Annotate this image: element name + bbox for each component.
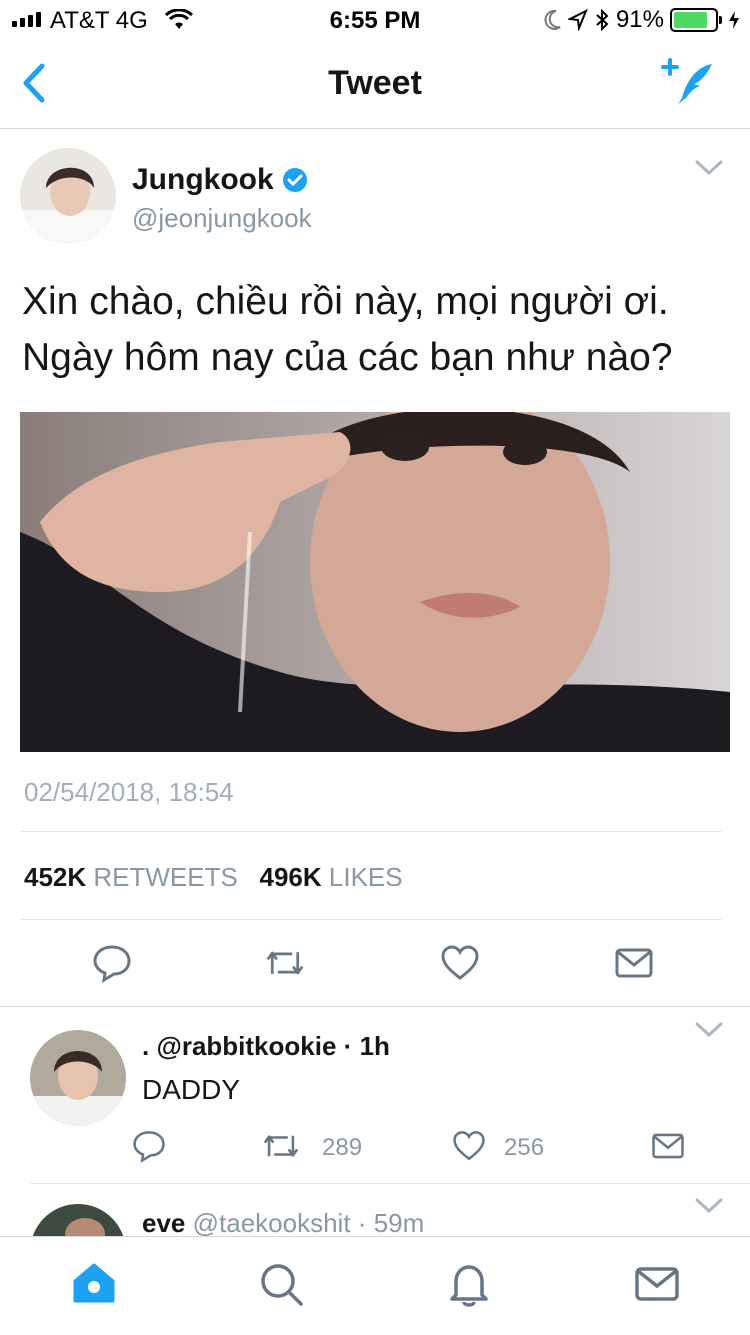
search-icon[interactable] <box>256 1259 306 1309</box>
home-icon[interactable] <box>69 1259 119 1309</box>
chevron-down-icon[interactable] <box>694 158 724 178</box>
reply-avatar[interactable] <box>30 1030 126 1126</box>
tweet-text-line: Xin chào, chiều rồi này, mọi người ơi. <box>22 280 669 323</box>
likes-stat[interactable]: 496K LIKES <box>260 862 403 892</box>
retweet-icon[interactable] <box>265 943 305 983</box>
reply-time: 59m <box>373 1208 425 1238</box>
battery-percent: 91% <box>615 6 664 33</box>
reply-author-name[interactable]: . <box>142 1031 149 1061</box>
retweet-icon[interactable] <box>262 1129 300 1163</box>
divider <box>20 831 722 832</box>
like-heart-icon[interactable] <box>440 943 480 983</box>
reply-icon[interactable] <box>132 1129 166 1163</box>
tweet-stats: 452K RETWEETS 496K LIKES <box>24 862 403 893</box>
reply-header[interactable]: . @rabbitkookie · 1h <box>142 1031 390 1062</box>
compose-tweet-icon[interactable] <box>660 54 720 110</box>
verified-badge-icon <box>282 168 307 192</box>
divider <box>20 919 722 920</box>
author-name[interactable]: Jungkook <box>132 163 274 197</box>
notifications-icon[interactable] <box>444 1259 494 1309</box>
reply-icon[interactable] <box>92 943 132 983</box>
reply-author-handle[interactable]: @rabbitkookie <box>156 1031 336 1061</box>
charging-icon <box>729 11 739 29</box>
tab-bar <box>0 1236 750 1335</box>
tweet-text: Xin chào, chiều rồi này, mọi người ơi. N… <box>22 274 738 386</box>
divider <box>30 1183 750 1184</box>
status-bar: AT&T 4G 6:55 PM 91% <box>0 0 750 40</box>
reply-author-handle[interactable]: @taekookshit <box>193 1208 351 1238</box>
battery-icon <box>670 8 718 32</box>
reply-author-name[interactable]: eve <box>142 1208 185 1238</box>
author-avatar[interactable] <box>20 148 116 244</box>
reply-like-count: 256 <box>504 1134 545 1161</box>
chevron-down-icon[interactable] <box>694 1196 724 1216</box>
reply-header[interactable]: eve @taekookshit · 59m <box>142 1208 424 1239</box>
direct-message-icon[interactable] <box>651 1129 685 1163</box>
bluetooth-icon <box>596 8 609 32</box>
like-heart-icon[interactable] <box>452 1129 486 1163</box>
location-icon <box>567 9 588 31</box>
tweet-timestamp: 02/54/2018, 18:54 <box>24 777 234 807</box>
reply-time: 1h <box>359 1031 390 1061</box>
reply-text: DADDY <box>142 1074 241 1105</box>
divider <box>0 1006 750 1007</box>
reply-retweet-count: 289 <box>322 1134 363 1161</box>
author-name-row[interactable]: Jungkook <box>132 163 308 197</box>
separator-dot: · <box>343 1031 353 1061</box>
author-handle[interactable]: @jeonjungkook <box>132 203 312 234</box>
messages-icon[interactable] <box>632 1259 682 1309</box>
page-title: Tweet <box>328 64 422 102</box>
separator-dot: · <box>357 1208 367 1238</box>
chevron-down-icon[interactable] <box>694 1020 724 1040</box>
nav-bar: Tweet <box>0 40 750 129</box>
moon-icon <box>544 9 561 30</box>
tweet-photo[interactable] <box>20 412 730 752</box>
retweets-stat[interactable]: 452K RETWEETS <box>24 862 238 892</box>
direct-message-icon[interactable] <box>614 943 654 983</box>
tweet-text-line: Ngày hôm nay của các bạn như nào? <box>22 336 673 379</box>
